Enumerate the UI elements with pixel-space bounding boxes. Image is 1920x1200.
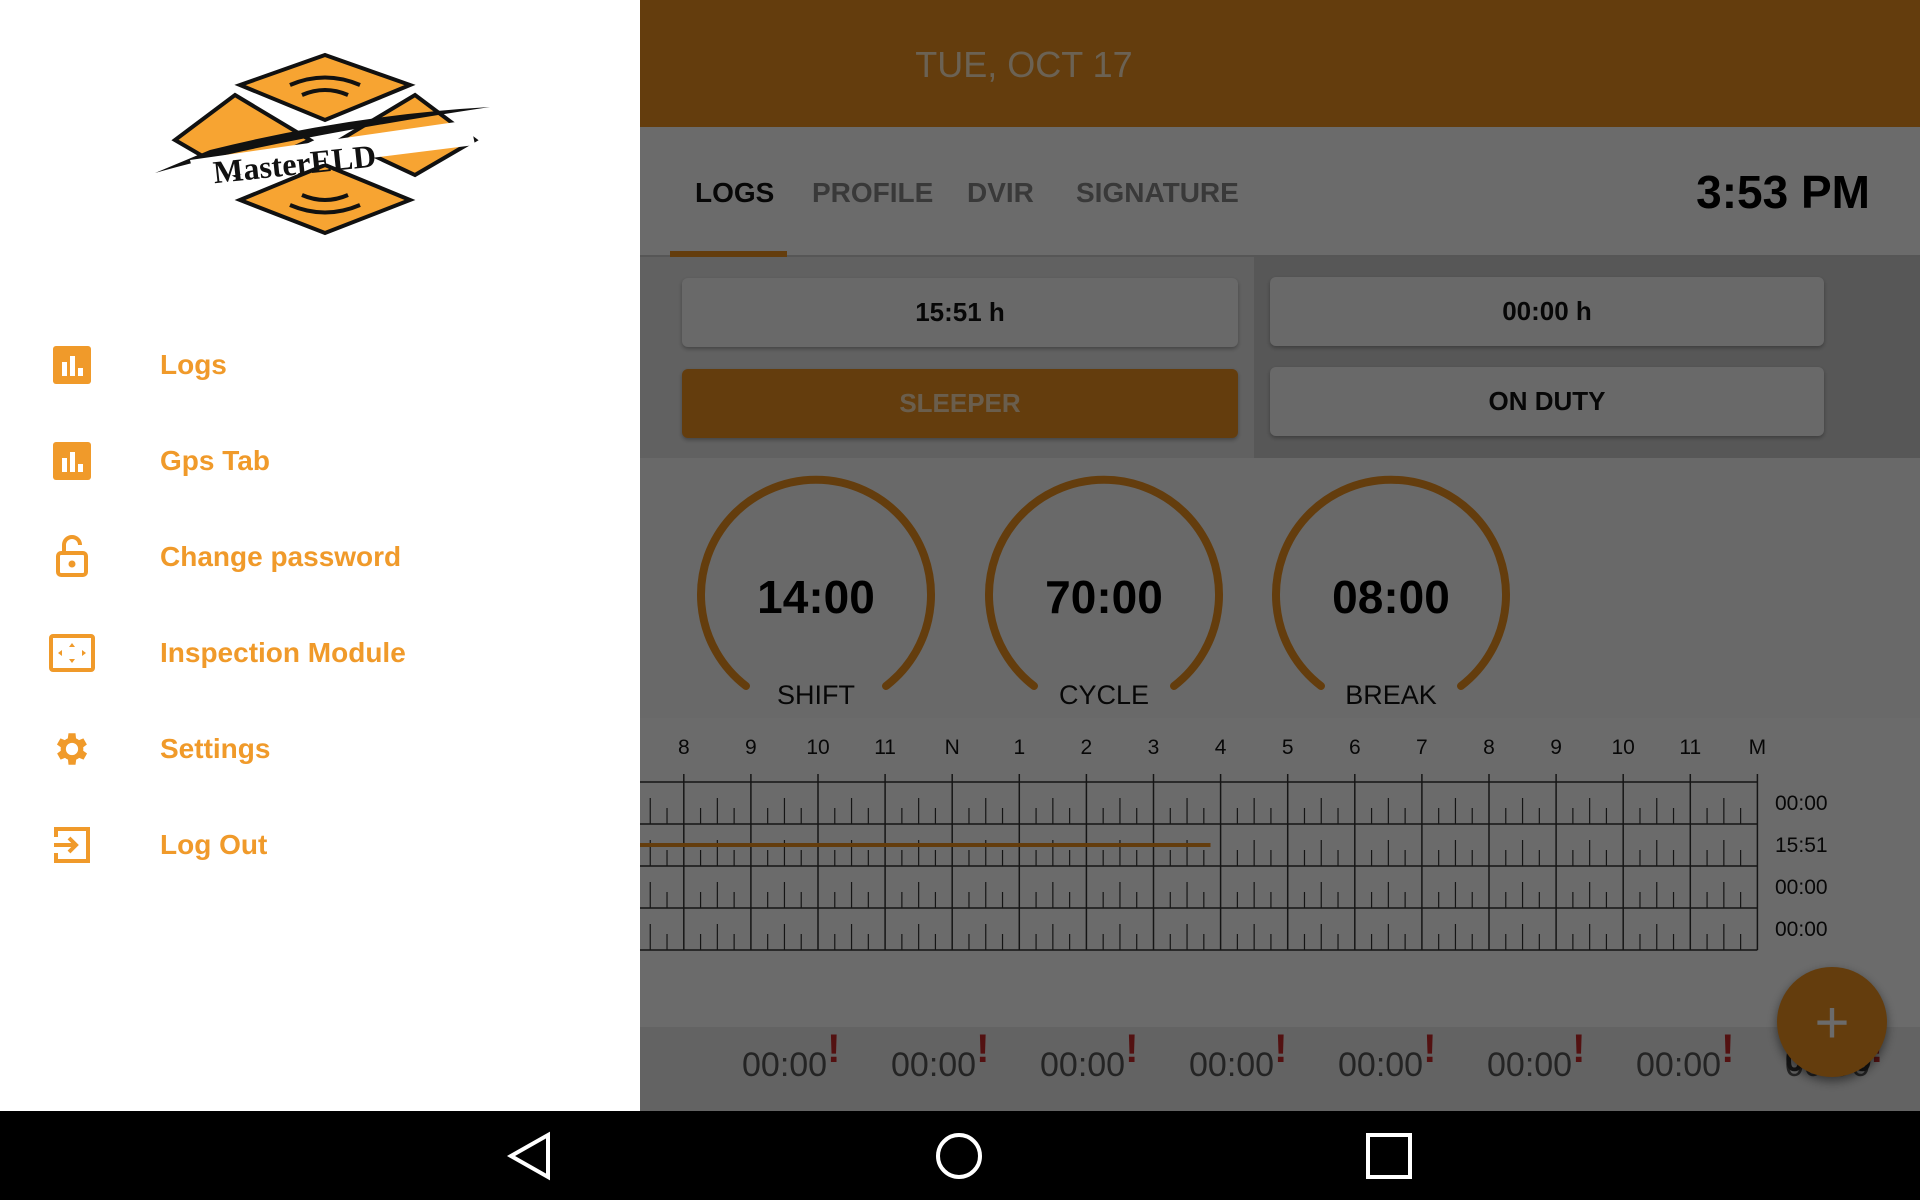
hour-label: M bbox=[1748, 736, 1767, 759]
hour-label: 4 bbox=[1214, 736, 1227, 759]
day-total: 00:00! bbox=[1338, 1027, 1436, 1086]
system-nav-bar bbox=[0, 1111, 1920, 1200]
plus-icon: + bbox=[1814, 988, 1850, 1056]
alert-icon: ! bbox=[1572, 1027, 1586, 1071]
drawer-item-label: Change password bbox=[160, 541, 402, 572]
drawer-item-settings[interactable]: Settings bbox=[0, 714, 640, 784]
hour-label: 9 bbox=[745, 736, 757, 759]
on-duty-hours: 00:00 h bbox=[1270, 277, 1824, 346]
hour-label: 11 bbox=[1679, 736, 1702, 759]
drawer-item-label: Settings bbox=[160, 733, 271, 764]
day-total: 00:00! bbox=[1189, 1027, 1287, 1086]
cycle-label: CYCLE bbox=[1058, 680, 1150, 710]
day-total-value: 00:00 bbox=[891, 1046, 977, 1084]
shift-label: SHIFT bbox=[777, 680, 855, 710]
row-total: 00:00 bbox=[1775, 918, 1828, 941]
break-label: BREAK bbox=[1345, 680, 1437, 710]
hour-label: 9 bbox=[1550, 736, 1562, 759]
day-total: 00:00! bbox=[742, 1027, 840, 1086]
gear-icon bbox=[48, 725, 96, 773]
alert-icon: ! bbox=[827, 1027, 841, 1071]
hour-label: 8 bbox=[677, 736, 690, 759]
break-value: 08:00 bbox=[1332, 571, 1450, 623]
recents-icon[interactable] bbox=[1364, 1131, 1414, 1181]
alert-icon: ! bbox=[976, 1027, 990, 1071]
drawer-item-logs[interactable]: Logs bbox=[0, 330, 640, 400]
hour-label: 2 bbox=[1080, 736, 1093, 759]
day-total-value: 00:00 bbox=[1338, 1046, 1424, 1084]
on-duty-panel: 00:00 h ON DUTY bbox=[1254, 257, 1920, 458]
sleeper-hours: 15:51 h bbox=[682, 278, 1238, 347]
tab-signature[interactable]: SIGNATURE bbox=[1076, 177, 1239, 209]
day-total-value: 00:00 bbox=[1636, 1046, 1722, 1084]
row-total: 15:51 bbox=[1775, 834, 1828, 857]
alert-icon: ! bbox=[1721, 1027, 1735, 1071]
drawer-item-change-password[interactable]: Change password bbox=[0, 522, 640, 592]
lock-open-icon bbox=[48, 533, 96, 581]
day-total-value: 00:00 bbox=[1487, 1046, 1573, 1084]
bar-chart-icon bbox=[48, 341, 96, 389]
hour-label: 10 bbox=[1611, 736, 1635, 759]
drawer-item-inspection-module[interactable]: Inspection Module bbox=[0, 618, 640, 688]
back-icon[interactable] bbox=[505, 1131, 555, 1181]
drawer-item-label: Gps Tab bbox=[160, 445, 270, 476]
tab-logs[interactable]: LOGS bbox=[695, 177, 774, 209]
on-duty-button[interactable]: ON DUTY bbox=[1270, 367, 1824, 436]
day-total: 00:00! bbox=[1040, 1027, 1138, 1086]
day-total-value: 00:00 bbox=[1189, 1046, 1275, 1084]
shift-value: 14:00 bbox=[757, 571, 875, 623]
drawer-item-label: Log Out bbox=[160, 829, 268, 860]
drawer-item-log-out[interactable]: Log Out bbox=[0, 810, 640, 880]
hour-label: 11 bbox=[874, 736, 896, 759]
alert-icon: ! bbox=[1125, 1027, 1139, 1071]
screen-expand-icon bbox=[48, 629, 96, 677]
day-total: 00:00! bbox=[1487, 1027, 1585, 1086]
hour-label: 5 bbox=[1281, 736, 1294, 759]
hour-label: 7 bbox=[1416, 736, 1428, 759]
clock: 3:53 PM bbox=[1696, 166, 1870, 218]
hour-label: 1 bbox=[1013, 736, 1026, 759]
day-total-value: 00:00 bbox=[1040, 1046, 1126, 1084]
hour-label: 3 bbox=[1147, 736, 1160, 759]
day-total: 00:00! bbox=[1636, 1027, 1734, 1086]
bar-chart-icon bbox=[48, 437, 96, 485]
hour-label: 6 bbox=[1348, 736, 1361, 759]
add-button[interactable]: + bbox=[1777, 967, 1887, 1077]
drawer-item-gps-tab[interactable]: Gps Tab bbox=[0, 426, 640, 496]
drawer-item-label: Inspection Module bbox=[160, 637, 406, 668]
tab-dvir[interactable]: DVIR bbox=[967, 177, 1034, 209]
day-total: 00:00! bbox=[891, 1027, 989, 1086]
drawer-item-label: Logs bbox=[160, 349, 227, 380]
alert-icon: ! bbox=[1423, 1027, 1437, 1071]
hour-label: 8 bbox=[1483, 736, 1495, 759]
cycle-value: 70:00 bbox=[1045, 571, 1163, 623]
date-label: TUE, OCT 17 bbox=[915, 44, 1133, 85]
row-total: 00:00 bbox=[1775, 792, 1828, 815]
hour-label: 10 bbox=[806, 736, 830, 759]
home-icon[interactable] bbox=[934, 1131, 984, 1181]
mastereld-logo: MasterELD bbox=[155, 52, 490, 236]
tab-profile[interactable]: PROFILE bbox=[812, 177, 933, 209]
sleeper-button[interactable]: SLEEPER bbox=[682, 369, 1238, 438]
alert-icon: ! bbox=[1274, 1027, 1288, 1071]
navigation-drawer: MasterELD Logs Gps Tab Change password Insp… bbox=[0, 0, 640, 1111]
row-total: 00:00 bbox=[1775, 876, 1828, 899]
logout-icon bbox=[48, 821, 96, 869]
hour-label: N bbox=[944, 736, 960, 759]
day-total-value: 00:00 bbox=[742, 1046, 828, 1084]
